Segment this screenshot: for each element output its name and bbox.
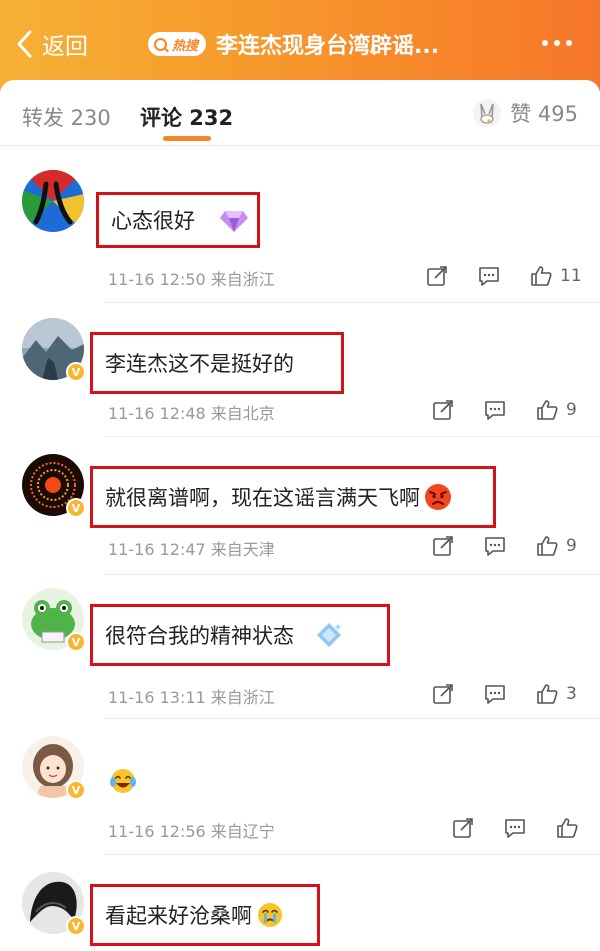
blue-diamond-icon: [317, 623, 342, 647]
comment-meta: 11-16 13:11 来自浙江: [108, 684, 275, 708]
divider: [104, 574, 600, 575]
like-count: 9: [566, 536, 577, 556]
verified-badge-icon: V: [66, 632, 86, 652]
share-icon[interactable]: [426, 265, 448, 287]
comment-text-box: 就很离谱啊，现在这谣言满天飞啊: [90, 466, 496, 528]
thumbs-up-icon[interactable]: [530, 265, 552, 287]
comment-meta: 11-16 12:56 来自辽宁: [108, 818, 275, 842]
comment-time: 11-16 13:11: [108, 688, 206, 707]
like-count: 11: [560, 266, 582, 286]
comment-location: 来自北京: [210, 404, 275, 423]
bunny-like-icon: [473, 99, 502, 127]
divider: [104, 436, 600, 437]
comment-time: 11-16 12:56: [108, 822, 206, 841]
comment-text: 心态很好: [111, 209, 195, 233]
comment-location: 来自辽宁: [210, 822, 275, 841]
comment-text: 看起来好沧桑啊: [105, 904, 252, 928]
share-icon[interactable]: [452, 817, 474, 839]
hot-search-badge[interactable]: 热搜: [148, 32, 206, 56]
comment-text: 就很离谱啊，现在这谣言满天飞啊: [105, 486, 420, 510]
crying-face-icon: [258, 903, 282, 927]
comment-meta: 11-16 12:48 来自北京: [108, 400, 275, 424]
comment-location: 来自浙江: [210, 688, 275, 707]
purple-diamond-icon: [220, 211, 248, 232]
reply-icon[interactable]: [478, 265, 500, 287]
active-tab-indicator: [163, 136, 211, 141]
reply-icon[interactable]: [504, 817, 526, 839]
comment-text-box: 很符合我的精神状态: [90, 604, 390, 666]
tab-bar: 转发 230 评论 232 赞 495: [0, 80, 600, 146]
thumbs-up-icon[interactable]: [536, 683, 558, 705]
tab-comment[interactable]: 评论 232: [140, 102, 233, 132]
divider: [104, 302, 600, 303]
like-count: 3: [566, 684, 577, 704]
share-icon[interactable]: [432, 535, 454, 557]
comment-actions: 9: [432, 396, 577, 424]
like-count: 9: [566, 400, 577, 420]
divider: [104, 854, 600, 855]
thumbs-up-icon[interactable]: [536, 535, 558, 557]
comment-text-box: 心态很好: [96, 192, 260, 248]
laughing-crying-icon: [110, 769, 136, 793]
verified-badge-icon: V: [66, 916, 86, 936]
comment-location: 来自天津: [210, 540, 275, 559]
divider: [104, 718, 600, 719]
search-icon: [154, 37, 167, 51]
avatar[interactable]: [22, 170, 84, 232]
angry-face-icon: [425, 484, 451, 510]
comment-actions: 3: [432, 680, 577, 708]
thumbs-up-icon[interactable]: [556, 817, 578, 839]
tab-repost[interactable]: 转发 230: [22, 102, 111, 132]
reply-icon[interactable]: [484, 399, 506, 421]
comment-actions: 9: [432, 532, 577, 560]
back-label: 返回: [42, 34, 88, 60]
comment-text: 很符合我的精神状态: [105, 624, 294, 648]
comment-meta: 11-16 12:50 来自浙江: [108, 266, 275, 290]
comment-time: 11-16 12:47: [108, 540, 206, 559]
comment-time: 11-16 12:50: [108, 270, 206, 289]
reply-icon[interactable]: [484, 683, 506, 705]
verified-badge-icon: V: [66, 780, 86, 800]
red-blue-ba-avatar: [22, 170, 84, 232]
comment-text-box: 李连杰这不是挺好的: [90, 332, 344, 394]
chevron-left-icon: [17, 30, 32, 58]
hot-search-label: 热搜: [172, 38, 199, 54]
comment-actions: 11: [426, 262, 582, 290]
thumbs-up-icon[interactable]: [536, 399, 558, 421]
share-icon[interactable]: [432, 399, 454, 421]
comment-actions: [452, 814, 578, 842]
verified-badge-icon: V: [66, 498, 86, 518]
comment-text-box: 看起来好沧桑啊: [90, 884, 320, 946]
tab-like[interactable]: 赞 495: [472, 98, 578, 128]
page-title: 李连杰现身台湾辟谣...: [216, 34, 440, 59]
top-bar: 返回 热搜 李连杰现身台湾辟谣...: [0, 0, 600, 92]
reply-icon[interactable]: [484, 535, 506, 557]
like-count-label: 赞 495: [510, 102, 578, 126]
share-icon[interactable]: [432, 683, 454, 705]
verified-badge-icon: V: [66, 362, 86, 382]
comment-text-box: [108, 766, 138, 801]
comment-time: 11-16 12:48: [108, 404, 206, 423]
more-menu-icon[interactable]: [542, 40, 572, 46]
comment-text: 李连杰这不是挺好的: [105, 352, 294, 376]
comment-location: 来自浙江: [210, 270, 275, 289]
comment-meta: 11-16 12:47 来自天津: [108, 536, 275, 560]
back-button[interactable]: 返回: [14, 26, 88, 62]
